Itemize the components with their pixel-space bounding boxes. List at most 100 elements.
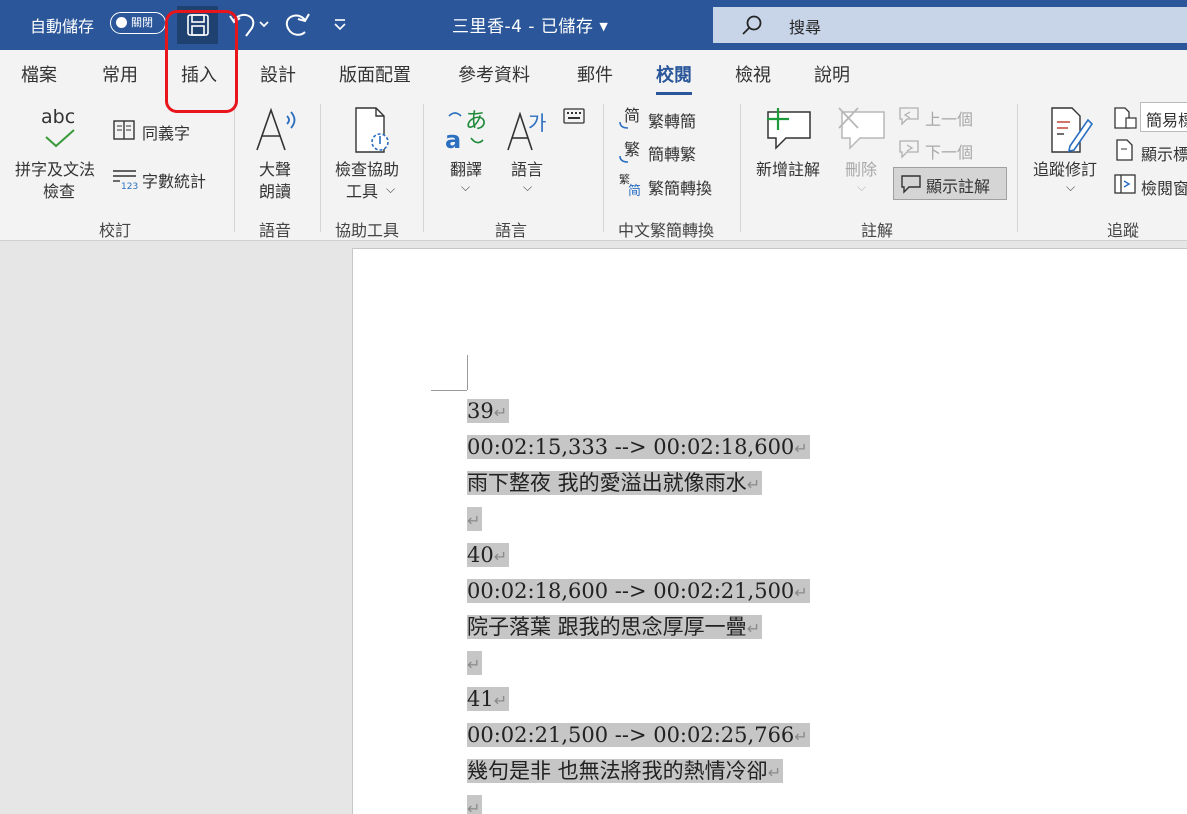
margin-crop-mark — [467, 355, 468, 390]
svg-text:あ: あ — [465, 109, 487, 134]
document-line[interactable]: 幾句是非 也無法將我的熱情冷卻↵ — [467, 753, 784, 789]
redo-button[interactable] — [283, 10, 313, 40]
document-line[interactable]: 00:02:18,600 --> 00:02:21,500↵ — [467, 573, 810, 609]
delete-comment-icon — [838, 107, 885, 150]
word-count-label: 字數統計 — [142, 172, 207, 191]
next-comment-icon — [899, 140, 919, 159]
paragraph-mark-icon: ↵ — [746, 475, 761, 494]
thesaurus-label: 同義字 — [142, 124, 191, 143]
chevron-down-icon: ⌵ — [386, 182, 396, 196]
document-line[interactable]: ↵ — [467, 789, 483, 814]
autosave-toggle[interactable]: 關閉 — [110, 12, 166, 34]
paragraph-mark-icon: ↵ — [493, 547, 508, 566]
selected-text: 00:02:18,600 --> 00:02:21,500↵ — [467, 579, 810, 603]
tab-layout[interactable]: 版面配置 — [339, 61, 411, 87]
selected-text: 41↵ — [467, 687, 510, 711]
keyboard-icon[interactable] — [563, 108, 585, 124]
chinese-convert-label: 繁簡轉換 — [648, 179, 713, 198]
svg-text:简: 简 — [624, 106, 640, 125]
svg-text:a: a — [445, 126, 461, 152]
new-comment-icon — [767, 108, 811, 150]
group-tracking: 追蹤 — [1107, 221, 1140, 240]
spelling-label-1: 拼字及文法 — [15, 160, 96, 179]
selected-text: 39↵ — [467, 399, 510, 423]
chevron-down-icon: ⌵ — [857, 180, 867, 194]
selected-text: ↵ — [467, 795, 483, 814]
document-line[interactable]: ↵ — [467, 645, 483, 681]
group-separator — [603, 104, 604, 232]
document-area: 39↵ 00:02:15,333 --> 00:02:18,600↵ 雨下整夜 我的… — [0, 241, 1187, 814]
language-label: 語言 — [511, 160, 544, 179]
markup-dropdown[interactable]: 簡易標 — [1140, 102, 1187, 132]
tab-mailings[interactable]: 郵件 — [577, 61, 613, 87]
paragraph-mark-icon: ↵ — [746, 619, 761, 638]
group-chinese-conversion: 中文繁簡轉換 — [618, 221, 715, 240]
chevron-down-icon: ⌵ — [523, 180, 533, 194]
paragraph-mark-icon: ↵ — [794, 583, 808, 602]
selected-text: ↵ — [467, 507, 483, 531]
document-line[interactable]: 00:02:21,500 --> 00:02:25,766↵ — [467, 717, 810, 753]
customize-qat-icon[interactable] — [330, 14, 350, 34]
accessibility-label-2: 工具 — [346, 182, 379, 201]
tab-file[interactable]: 檔案 — [21, 61, 57, 87]
tab-references[interactable]: 參考資料 — [458, 61, 530, 87]
search-box[interactable]: 搜尋 — [713, 7, 1187, 43]
undo-button[interactable] — [226, 10, 274, 40]
save-button[interactable] — [177, 6, 218, 44]
reviewing-pane-icon — [1114, 174, 1136, 194]
svg-text:繁: 繁 — [624, 140, 640, 159]
spelling-label-2: 檢查 — [43, 182, 76, 201]
tab-help[interactable]: 說明 — [814, 61, 850, 87]
search-icon — [742, 15, 762, 35]
word-count-icon: 123 — [113, 170, 138, 190]
tab-home[interactable]: 常用 — [102, 61, 138, 87]
line-text: 院子落葉 跟我的思念厚厚一疊 — [467, 615, 747, 639]
group-proofing: 校訂 — [99, 221, 132, 240]
translate-label: 翻譯 — [450, 160, 483, 179]
line-text: 雨下整夜 我的愛溢出就像雨水 — [467, 471, 747, 495]
abc-text: abc — [41, 106, 76, 128]
tab-design[interactable]: 設計 — [260, 61, 296, 87]
document-line[interactable]: 39↵ — [467, 393, 510, 429]
paragraph-mark-icon: ↵ — [767, 763, 782, 782]
document-line[interactable]: 00:02:15,333 --> 00:02:18,600↵ — [467, 429, 810, 465]
next-comment-label: 下一個 — [925, 143, 974, 162]
search-placeholder: 搜尋 — [789, 18, 822, 37]
read-aloud-label-1: 大聲 — [259, 160, 292, 179]
to-simplified-icon: 简 — [619, 106, 640, 129]
ribbon: abc 拼字及文法 檢查 同義字 123 字數統計 校訂 大聲 朗讀 語音 檢查… — [0, 98, 1187, 241]
line-text: 40 — [467, 543, 494, 567]
paragraph-mark-icon: ↵ — [467, 799, 481, 814]
read-aloud-label-2: 朗讀 — [259, 182, 292, 201]
reviewing-pane-label: 檢閱窗 — [1141, 179, 1187, 198]
autosave-state: 關閉 — [131, 16, 153, 29]
paragraph-mark-icon: ↵ — [794, 727, 808, 746]
selected-text: 00:02:15,333 --> 00:02:18,600↵ — [467, 435, 810, 459]
tab-insert[interactable]: 插入 — [181, 61, 217, 87]
to-traditional-label: 簡轉繁 — [648, 145, 697, 164]
document-page[interactable]: 39↵ 00:02:15,333 --> 00:02:18,600↵ 雨下整夜 我的… — [352, 248, 1187, 814]
document-line[interactable]: 41↵ — [467, 681, 510, 717]
show-comments-button[interactable]: 顯示註解 — [893, 167, 1007, 200]
group-separator — [234, 104, 235, 232]
document-line[interactable]: 雨下整夜 我的愛溢出就像雨水↵ — [467, 465, 763, 501]
tab-review[interactable]: 校閱 — [656, 61, 692, 95]
line-text: 00:02:18,600 --> 00:02:21,500 — [467, 579, 795, 603]
group-accessibility: 協助工具 — [335, 221, 400, 240]
group-comments: 註解 — [861, 221, 894, 240]
selected-text: 院子落葉 跟我的思念厚厚一疊↵ — [467, 615, 763, 639]
to-simplified-label: 繁轉簡 — [648, 112, 697, 131]
document-line[interactable]: 40↵ — [467, 537, 510, 573]
toggle-knob — [116, 17, 127, 28]
read-aloud-icon — [256, 107, 296, 151]
document-line[interactable]: 院子落葉 跟我的思念厚厚一疊↵ — [467, 609, 763, 645]
show-markup-icon — [1116, 139, 1133, 161]
document-line[interactable]: ↵ — [467, 501, 483, 537]
markup-display-icon — [1114, 107, 1137, 129]
accessibility-icon — [355, 107, 389, 153]
document-title[interactable]: 三里香-4 - 已儲存 ▼ — [452, 12, 608, 37]
track-changes-label: 追蹤修訂 — [1033, 160, 1098, 179]
tab-view[interactable]: 檢視 — [735, 61, 771, 87]
to-traditional-icon: 繁 — [619, 140, 640, 163]
markup-dropdown-value: 簡易標 — [1146, 111, 1187, 130]
